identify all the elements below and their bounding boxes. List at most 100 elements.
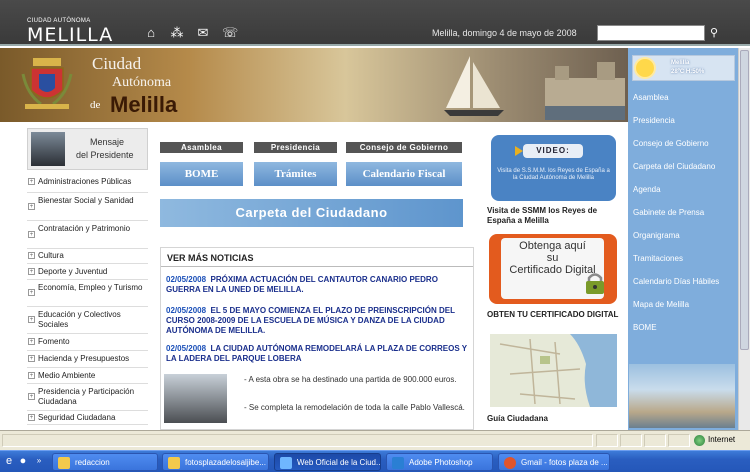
left-nav-label: Presidencia y Participación Ciudadana (38, 387, 135, 406)
brand-title[interactable]: MELILLA (27, 24, 113, 46)
news-more-link[interactable]: VER MÁS NOTICIAS (167, 253, 254, 263)
banner-word-de: de (90, 99, 101, 111)
taskbar-item-label: Gmail - fotos plaza de ... (521, 458, 608, 467)
city-map-thumbnail[interactable] (490, 334, 617, 407)
news-panel: VER MÁS NOTICIAS 02/05/2008 PRÓXIMA ACTU… (160, 247, 474, 430)
site-banner: Ciudad Autónoma de Melilla (0, 48, 628, 122)
president-message-box[interactable]: Mensaje del Presidente (27, 128, 148, 170)
taskbar-item-photoshop[interactable]: Adobe Photoshop (386, 453, 493, 471)
folder-icon (58, 457, 70, 469)
plus-icon: + (28, 413, 35, 421)
right-nav-item-bome[interactable]: BOME (633, 322, 748, 345)
home-icon[interactable]: ⌂ (144, 26, 158, 40)
left-nav-item[interactable]: + Educación y Colectivos Sociales (27, 307, 148, 334)
right-nav-item-organigrama[interactable]: Organigrama (633, 230, 748, 253)
mail-icon[interactable]: ✉ (196, 26, 210, 40)
padlock-icon (586, 273, 604, 294)
status-segment (644, 434, 666, 447)
status-segment (620, 434, 642, 447)
left-nav-item[interactable]: + Cultura (27, 249, 148, 264)
taskbar-item-label: fotosplazadelosaljibe... (185, 458, 266, 467)
right-nav-item-asamblea[interactable]: Asamblea (633, 92, 748, 115)
calendario-fiscal-button[interactable]: Calendario Fiscal (346, 162, 462, 186)
map-caption[interactable]: Guía Ciudadana (487, 414, 548, 423)
status-text-area (2, 434, 593, 447)
news-item[interactable]: 02/05/2008 LA CIUDAD AUTÓNOMA REMODELARÁ… (166, 344, 468, 364)
banner-word-ciudad: Ciudad (92, 54, 142, 73)
right-nav-item-tramitaciones[interactable]: Tramitaciones (633, 253, 748, 276)
plus-icon: + (28, 289, 35, 296)
news-item[interactable]: 02/05/2008 EL 5 DE MAYO COMIENZA EL PLAZ… (166, 306, 468, 336)
left-nav-item[interactable]: + Presidencia y Participación Ciudadana (27, 384, 148, 411)
browser-status-bar: Internet (0, 430, 750, 450)
plus-icon: + (28, 252, 35, 259)
search-input[interactable] (597, 25, 705, 41)
quick-launch-firefox-icon[interactable]: ● (16, 454, 30, 468)
plus-icon: + (28, 316, 35, 323)
video-banner[interactable]: VIDEO: Visita de S.S.M.M. los Reyes de E… (491, 135, 616, 201)
right-nav-item-calendario[interactable]: Calendario Días Hábiles (633, 276, 748, 299)
taskbar-item-web-oficial[interactable]: Web Oficial de la Ciud... (274, 453, 381, 471)
right-nav-item-agenda[interactable]: Agenda (633, 184, 748, 207)
video-description: Visita de S.S.M.M. los Reyes de España a… (497, 168, 610, 181)
left-nav-menu: + Administraciones Públicas + Bienestar So… (27, 172, 148, 425)
left-nav-item[interactable]: + Hacienda y Presupuestos (27, 351, 148, 368)
bome-button[interactable]: BOME (160, 162, 243, 186)
right-nav-item-mapa[interactable]: Mapa de Melilla (633, 299, 748, 322)
left-nav-label: Deporte y Juventud (38, 267, 108, 276)
left-nav-item[interactable]: + Fomento (27, 334, 148, 351)
sailboat-illustration (444, 56, 504, 116)
left-nav-label: Fomento (38, 337, 70, 346)
plus-icon: + (28, 230, 35, 238)
weather-widget: Melilla 28ºC H:50% (632, 55, 735, 81)
news-title: PRÓXIMA ACTUACIÓN DEL CANTAUTOR CANARIO … (166, 275, 438, 294)
folder-icon (168, 457, 180, 469)
chat-icon[interactable]: ☏ (222, 26, 238, 40)
left-nav-item[interactable]: + Deporte y Juventud (27, 264, 148, 280)
cert-caption[interactable]: OBTEN TU CERTIFICADO DIGITAL (487, 310, 627, 320)
left-nav-item[interactable]: + Medio Ambiente (27, 368, 148, 384)
weather-reading: 28ºC H:50% (671, 69, 705, 75)
site-header: CIUDAD AUTÓNOMA MELILLA ⌂ ⁂ ✉ ☏ Melilla,… (0, 0, 750, 46)
taskbar-item-gmail[interactable]: Gmail - fotos plaza de ... (498, 453, 610, 471)
sitemap-icon[interactable]: ⁂ (170, 26, 184, 40)
left-nav-item[interactable]: + Contratación y Patrimonio (27, 221, 148, 249)
sun-icon (636, 59, 654, 77)
left-nav-item[interactable]: + Administraciones Públicas (27, 172, 148, 193)
photoshop-icon (392, 457, 404, 469)
taskbar-item-redaccion[interactable]: redaccion (52, 453, 158, 471)
scrollbar-thumb[interactable] (740, 50, 749, 350)
taskbar-item-label: Adobe Photoshop (409, 458, 473, 467)
left-nav-item[interactable]: + Bienestar Social y Sanidad (27, 193, 148, 221)
tramites-button[interactable]: Trámites (254, 162, 337, 186)
tab-consejo-gobierno[interactable]: Consejo de Gobierno (346, 142, 462, 153)
plus-icon: + (28, 371, 35, 379)
tab-asamblea[interactable]: Asamblea (160, 142, 243, 153)
left-nav-item[interactable]: + Economía, Empleo y Turismo (27, 280, 148, 307)
news-divider (161, 266, 473, 267)
tab-presidencia[interactable]: Presidencia (254, 142, 337, 153)
taskbar-item-fotos[interactable]: fotosplazadelosaljibe... (162, 453, 269, 471)
video-caption[interactable]: Visita de SSMM los Reyes de España a Mel… (487, 206, 627, 226)
news-title: LA CIUDAD AUTÓNOMA REMODELARÁ LA PLAZA D… (166, 344, 467, 363)
news-point: - Se completa la remodelación de toda la… (244, 403, 465, 412)
left-nav-item[interactable]: + Seguridad Ciudadana (27, 411, 148, 425)
quick-launch-ie-icon[interactable]: e (2, 454, 16, 468)
page-scrollbar[interactable] (738, 48, 750, 430)
right-nav-item-consejo[interactable]: Consejo de Gobierno (633, 138, 748, 161)
right-nav-item-presidencia[interactable]: Presidencia (633, 115, 748, 138)
search-icon[interactable]: ⚲ (708, 25, 720, 41)
right-nav-menu: Asamblea Presidencia Consejo de Gobierno… (633, 92, 748, 345)
carpeta-ciudadano-banner[interactable]: Carpeta del Ciudadano (160, 199, 463, 227)
right-nav-item-carpeta[interactable]: Carpeta del Ciudadano (633, 161, 748, 184)
certificado-digital-banner[interactable]: Obtenga aquí su Certificado Digital (489, 234, 617, 304)
news-thumbnail[interactable] (164, 374, 227, 423)
chevron-right-icon[interactable]: » (32, 454, 46, 468)
news-item[interactable]: 02/05/2008 PRÓXIMA ACTUACIÓN DEL CANTAUT… (166, 275, 468, 295)
left-nav-label: Administraciones Públicas (38, 177, 132, 186)
banner-word-autonoma: Autónoma (112, 75, 172, 90)
news-title: EL 5 DE MAYO COMIENZA EL PLAZO DE PREINS… (166, 306, 455, 335)
right-nav-item-gabinete[interactable]: Gabinete de Prensa (633, 207, 748, 230)
weather-city: Melilla (671, 60, 690, 66)
plus-icon: + (28, 338, 35, 345)
